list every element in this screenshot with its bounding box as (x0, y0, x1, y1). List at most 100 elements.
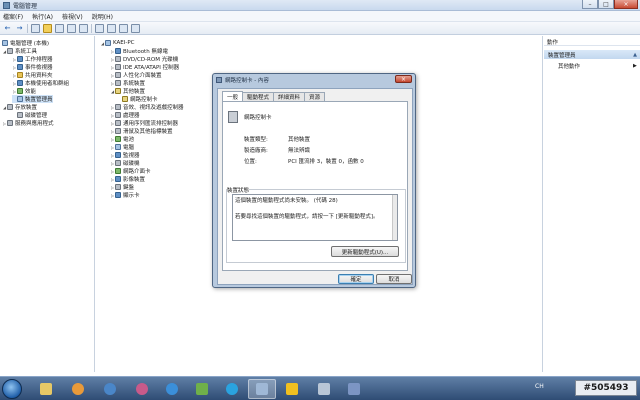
messenger-taskbar-button[interactable] (128, 379, 156, 399)
tab-general[interactable]: 一般 (222, 91, 244, 101)
device-category[interactable]: ◢ 其他裝置 (110, 87, 145, 95)
kingsoft-taskbar-button[interactable] (278, 379, 306, 399)
dialog-body: 一般 驅動程式 詳細資料 資源 網路控制卡 裝置類型: 其他裝置 製造廠商: 無… (217, 88, 413, 285)
maximize-button[interactable]: □ (598, 0, 614, 9)
actions-section-label: 裝置管理員 (548, 52, 576, 59)
help-icon[interactable] (67, 23, 76, 33)
back-arrow-icon[interactable]: ← (3, 24, 12, 33)
forward-arrow-icon[interactable]: → (15, 24, 24, 33)
device-category[interactable]: ▷ 音效、視訊及遊戲控制器 (110, 103, 184, 111)
device-category[interactable]: ▷ Bluetooth 無線電 (110, 47, 168, 55)
folder-icon[interactable] (43, 23, 52, 33)
device-item[interactable]: 網路控制卡 (122, 95, 158, 103)
browser-icon (104, 383, 116, 395)
contacts-taskbar-button[interactable] (188, 379, 216, 399)
device-category[interactable]: ▷ 監視器 (110, 151, 140, 159)
scan-hardware-icon[interactable] (95, 23, 104, 33)
device-category[interactable]: ▷ 影像裝置 (110, 175, 145, 183)
device-category[interactable]: ▷ 處理器 (110, 111, 140, 119)
more-actions[interactable]: 其他動作 ▶ (558, 62, 637, 70)
device-category[interactable]: ▷ 顯示卡 (110, 191, 140, 199)
update-driver-icon[interactable] (107, 23, 116, 33)
browser-taskbar-button[interactable] (96, 379, 124, 399)
device-category[interactable]: ▷ 磁碟機 (110, 159, 140, 167)
disable-icon[interactable] (131, 23, 140, 33)
kingsoft-icon (286, 383, 298, 395)
ok-button[interactable]: 確定 (338, 274, 374, 284)
device-category[interactable]: ▷ 鍵盤 (110, 183, 134, 191)
shared-folder-icon (17, 72, 23, 78)
tree-item[interactable]: 電腦管理 (本機) (2, 39, 49, 47)
tree-item[interactable]: 裝置管理員 (12, 95, 53, 103)
tree-item-label: 網路控制卡 (130, 97, 158, 103)
device-category[interactable]: ▷ 人性化介面裝置 (110, 71, 162, 79)
cpu-icon (115, 112, 121, 118)
tree-item-label: 磁碟機 (123, 161, 140, 167)
toolbar-separator (27, 23, 28, 33)
device-category[interactable]: ▷ 通用序列匯流排控制器 (110, 119, 178, 127)
title-bar: 電腦管理 – □ × (0, 0, 640, 11)
device-category[interactable]: ▷ 系統裝置 (110, 79, 145, 87)
console-tree: 電腦管理 (本機) ◢ 系統工具 ▷ 工作排程器 ▷ 事件檢視器 ▷ 共用資料夾… (0, 36, 95, 372)
manufacturer-value: 無法辨識 (288, 148, 311, 154)
tab-details[interactable]: 詳細資料 (273, 92, 306, 101)
submenu-arrow-icon: ▶ (633, 63, 637, 69)
media-player-taskbar-button[interactable] (64, 379, 92, 399)
app-taskbar-button[interactable] (158, 379, 186, 399)
collapse-up-icon[interactable]: ▲ (633, 52, 637, 58)
dialog-title-bar[interactable]: 網路控制卡 - 內容 (213, 74, 415, 85)
device-root[interactable]: ◢ KAEI-PC (100, 39, 135, 47)
properties-icon[interactable] (55, 23, 64, 33)
start-button[interactable] (2, 379, 22, 399)
menu-file[interactable]: 檔案(F) (3, 12, 23, 21)
manufacturer-label: 製造廠商: (244, 148, 268, 154)
menu-view[interactable]: 檢視(V) (62, 12, 83, 21)
device-category[interactable]: ▷ 網路介面卡 (110, 167, 151, 175)
tray-language[interactable]: CH (535, 383, 544, 390)
computer-icon (115, 144, 121, 150)
settings-taskbar-button[interactable] (310, 379, 338, 399)
update-driver-button[interactable]: 更新驅動程式(U)... (331, 246, 399, 257)
tree-item[interactable]: ◢ 系統工具 (2, 47, 37, 55)
skype-taskbar-button[interactable] (218, 379, 246, 399)
tree-item[interactable]: ▷ 工作排程器 (12, 55, 53, 63)
tree-item[interactable]: 磁碟管理 (12, 111, 47, 119)
explorer-taskbar-button[interactable] (32, 379, 60, 399)
console-tree-icon[interactable] (31, 23, 40, 33)
cancel-button[interactable]: 取消 (376, 274, 412, 284)
dvd-icon (115, 56, 121, 62)
view-icon[interactable] (79, 23, 88, 33)
tree-item-label: 電腦 (123, 145, 135, 151)
warning-device-icon (122, 96, 128, 102)
general-tab-panel: 網路控制卡 裝置類型: 其他裝置 製造廠商: 無法辨識 位置: PCI 匯流排 … (222, 101, 408, 271)
keyboard-icon (115, 184, 121, 190)
tab-resources[interactable]: 資源 (304, 92, 326, 101)
device-category[interactable]: ▷ DVD/CD-ROM 光碟機 (110, 55, 178, 63)
tree-item[interactable]: ▷ 效能 (12, 87, 36, 95)
tree-item[interactable]: ▷ 本機使用者和群組 (12, 79, 69, 87)
menu-help[interactable]: 說明(H) (92, 12, 113, 21)
device-category[interactable]: ▷ 滑鼠及其他指標裝置 (110, 127, 173, 135)
status-scrollbar[interactable] (392, 195, 397, 240)
usb-icon (115, 120, 121, 126)
tree-item[interactable]: ◢ 存放裝置 (2, 103, 37, 111)
tree-item[interactable]: ▷ 共用資料夾 (12, 71, 53, 79)
tree-item[interactable]: ▷ 服務與應用程式 (2, 119, 54, 127)
taskbar: CH (0, 376, 640, 400)
tree-item[interactable]: ▷ 事件檢視器 (12, 63, 53, 71)
dialog-close-button[interactable]: × (395, 75, 412, 83)
actions-section[interactable]: 裝置管理員 ▲ (544, 50, 640, 59)
tab-driver[interactable]: 驅動程式 (242, 92, 275, 101)
uninstall-icon[interactable] (119, 23, 128, 33)
tree-item-label: 網路介面卡 (123, 169, 151, 175)
device-category[interactable]: ▷ 電池 (110, 135, 134, 143)
minimize-button[interactable]: – (582, 0, 598, 9)
game-taskbar-button[interactable] (340, 379, 368, 399)
menu-action[interactable]: 執行(A) (32, 12, 53, 21)
device-manager-taskbar-button[interactable] (248, 379, 276, 399)
location-value: PCI 匯流排 3，裝置 0，函數 0 (288, 159, 364, 165)
more-actions-label: 其他動作 (558, 64, 581, 70)
device-category[interactable]: ▷ 電腦 (110, 143, 134, 151)
close-button[interactable]: × (614, 0, 638, 9)
device-category[interactable]: ▷ IDE ATA/ATAPI 控制器 (110, 63, 179, 71)
